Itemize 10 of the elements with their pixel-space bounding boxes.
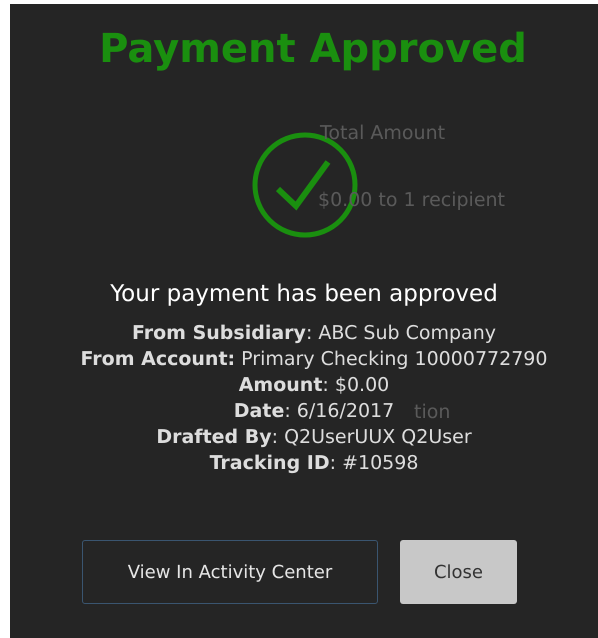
close-button[interactable]: Close xyxy=(400,540,517,604)
detail-line: From Subsidiary: ABC Sub Company xyxy=(132,321,496,346)
approval-message: Your payment has been approved xyxy=(110,280,498,309)
dialog-title: Payment Approved xyxy=(99,25,527,74)
view-activity-button[interactable]: View In Activity Center xyxy=(82,540,378,604)
detail-line: From Account: Primary Checking 10000772790 xyxy=(80,347,548,372)
detail-line: Tracking ID: #10598 xyxy=(210,451,418,476)
detail-line: Amount: $0.00 xyxy=(238,373,390,398)
detail-line: Date: 6/16/2017 xyxy=(234,399,394,424)
detail-line: Drafted By: Q2UserUUX Q2User xyxy=(156,425,472,450)
